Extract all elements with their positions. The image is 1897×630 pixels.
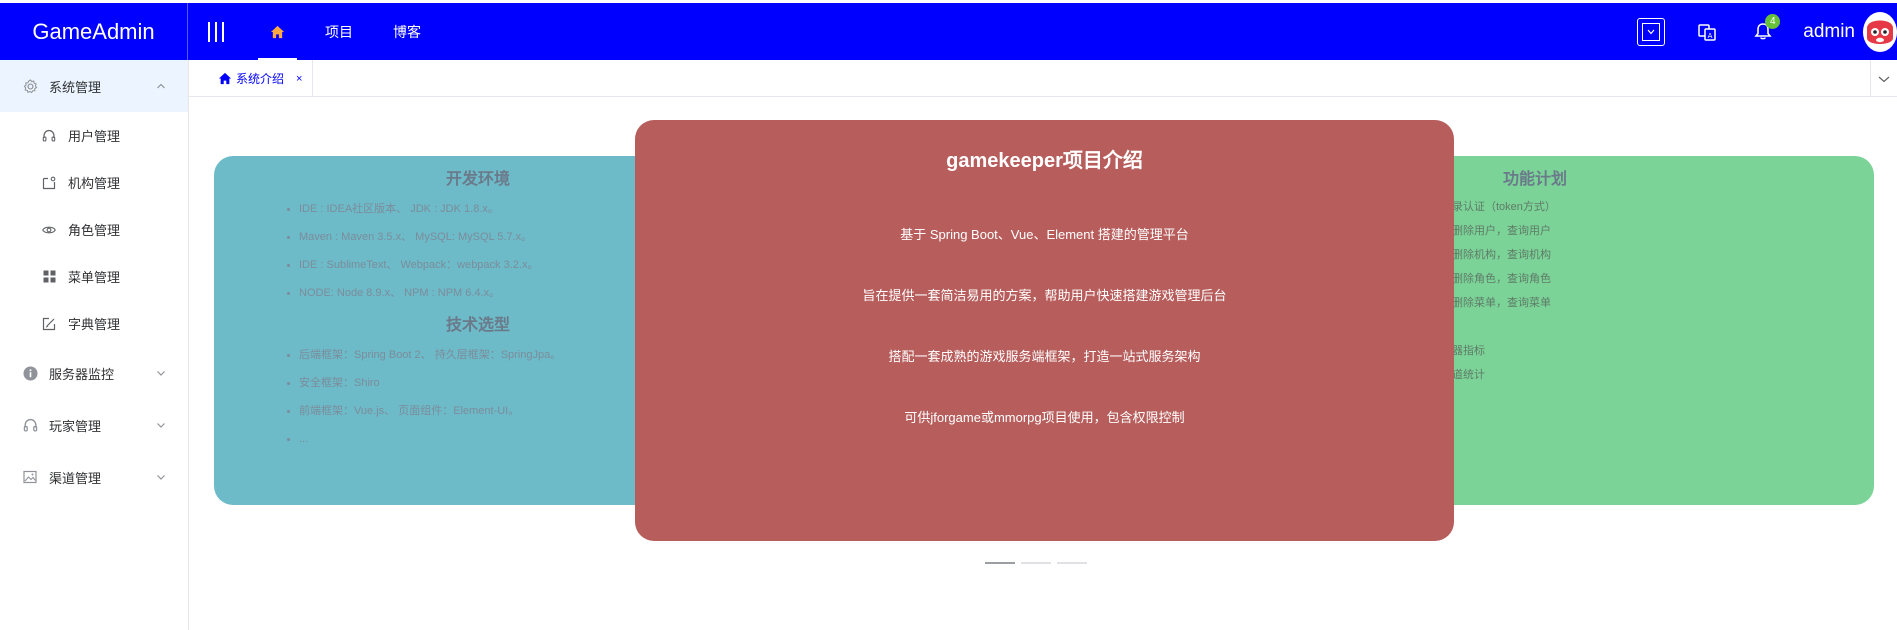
sidebar-group-system[interactable]: 系统管理 bbox=[0, 60, 188, 112]
carousel-card-feature-plan[interactable]: 功能计划 录认证（token方式） 删除用户，查询用户 删除机构，查询机构 删除… bbox=[1400, 156, 1874, 505]
sidebar-group-label: 服务器监控 bbox=[49, 366, 115, 382]
edit-icon bbox=[42, 317, 56, 331]
headset-icon bbox=[42, 129, 56, 143]
list-item: 后端框架：Spring Boot 2、 持久层框架：SpringJpa。 bbox=[214, 341, 666, 369]
notification-button[interactable]: 4 bbox=[1735, 3, 1791, 60]
carousel-card-project-intro[interactable]: gamekeeper项目介绍 基于 Spring Boot、Vue、Elemen… bbox=[635, 120, 1454, 541]
sidebar-item-menus[interactable]: 菜单管理 bbox=[0, 253, 188, 300]
sidebar-item-label: 角色管理 bbox=[68, 223, 121, 238]
avatar[interactable] bbox=[1863, 11, 1897, 52]
hamburger-bar bbox=[222, 21, 224, 42]
headset-icon bbox=[22, 417, 38, 433]
list-item: IDE : IDEA社区版本、 JDK : JDK 1.8.x。 bbox=[214, 195, 666, 223]
tech-stack-list: 后端框架：Spring Boot 2、 持久层框架：SpringJpa。 安全框… bbox=[214, 341, 666, 453]
list-item: 录认证（token方式） bbox=[1452, 201, 1556, 213]
carousel-indicator[interactable] bbox=[1057, 562, 1087, 564]
carousel-indicator[interactable] bbox=[985, 562, 1015, 564]
tab-close-button[interactable]: × bbox=[296, 73, 302, 85]
sidebar-group-label: 渠道管理 bbox=[49, 470, 102, 486]
list-item: 前端框架：Vue.js、 页面组件：Element-UI。 bbox=[214, 397, 666, 425]
list-item: 器指标 bbox=[1452, 345, 1485, 357]
list-item: IDE : SublimeText、 Webpack：webpack 3.2.x… bbox=[214, 251, 666, 279]
sidebar-group-channels[interactable]: 渠道管理 bbox=[0, 451, 188, 503]
sidebar: 系统管理 用户管理 机构管理 角色管理 菜单管理 字典管理 服务器监控 玩家管理… bbox=[0, 60, 189, 630]
chevron-down-icon bbox=[157, 423, 165, 428]
feature-list: 录认证（token方式） 删除用户，查询用户 删除机构，查询机构 删除角色，查询… bbox=[1400, 195, 1874, 387]
sidebar-group-label: 玩家管理 bbox=[49, 418, 102, 434]
tabs-more-button[interactable] bbox=[1870, 60, 1897, 97]
sidebar-group-label: 系统管理 bbox=[49, 79, 102, 95]
sidebar-item-label: 用户管理 bbox=[68, 129, 121, 144]
info-icon bbox=[22, 365, 38, 381]
theme-dropdown-icon bbox=[1637, 17, 1666, 46]
carousel-indicator[interactable] bbox=[1021, 562, 1051, 564]
grid-icon bbox=[42, 270, 56, 284]
chevron-down-icon bbox=[157, 371, 165, 376]
sidebar-item-dict[interactable]: 字典管理 bbox=[0, 300, 188, 347]
topnav-item-home[interactable] bbox=[250, 3, 305, 60]
list-item: NODE: Node 8.9.x、 NPM : NPM 6.4.x。 bbox=[214, 279, 666, 307]
chevron-down-icon bbox=[157, 475, 165, 480]
gear-icon bbox=[22, 78, 38, 94]
intro-lines: 基于 Spring Boot、Vue、Element 搭建的管理平台 旨在提供一… bbox=[635, 204, 1454, 448]
top-header: GameAdmin 项目 博客 A 4 admin bbox=[0, 0, 1897, 60]
intro-line: 基于 Spring Boot、Vue、Element 搭建的管理平台 bbox=[900, 227, 1189, 242]
carousel-indicators bbox=[985, 562, 1093, 564]
sidebar-item-label: 机构管理 bbox=[68, 176, 121, 191]
eye-icon bbox=[42, 223, 56, 237]
sidebar-toggle-button[interactable] bbox=[188, 3, 244, 60]
sidebar-item-users[interactable]: 用户管理 bbox=[0, 112, 188, 159]
list-item: 删除角色，查询角色 bbox=[1452, 273, 1551, 285]
list-item: Maven : Maven 3.5.x、 MySQL: MySQL 5.7.x。 bbox=[214, 223, 666, 251]
top-nav: 项目 博客 bbox=[250, 3, 441, 60]
home-icon bbox=[270, 25, 285, 38]
home-icon bbox=[218, 72, 232, 85]
list-item: 道统计 bbox=[1452, 369, 1485, 381]
hamburger-bar bbox=[215, 21, 217, 42]
list-item: ... bbox=[214, 425, 666, 453]
chevron-down-icon bbox=[1878, 76, 1890, 82]
header-actions: A 4 admin bbox=[1623, 3, 1897, 60]
username[interactable]: admin bbox=[1803, 21, 1855, 43]
sidebar-item-label: 字典管理 bbox=[68, 317, 121, 332]
sidebar-group-monitor[interactable]: 服务器监控 bbox=[0, 347, 188, 399]
hamburger-bar bbox=[208, 21, 210, 42]
tab-label: 系统介绍 bbox=[236, 72, 285, 86]
folder-icon bbox=[42, 176, 56, 190]
carousel-card-dev-env[interactable]: 开发环境 IDE : IDEA社区版本、 JDK : JDK 1.8.x。 Ma… bbox=[214, 156, 666, 505]
sidebar-group-players[interactable]: 玩家管理 bbox=[0, 399, 188, 451]
tabs-bar: 系统介绍 × bbox=[189, 60, 1897, 97]
language-button[interactable]: A bbox=[1679, 3, 1735, 60]
card-title: 技术选型 bbox=[445, 317, 510, 334]
list-item: 删除用户，查询用户 bbox=[1452, 225, 1551, 237]
chevron-up-icon bbox=[157, 83, 165, 89]
topnav-item-blog[interactable]: 博客 bbox=[373, 3, 441, 60]
sidebar-item-roles[interactable]: 角色管理 bbox=[0, 206, 188, 253]
list-item: 删除机构，查询机构 bbox=[1452, 249, 1551, 261]
sidebar-item-label: 菜单管理 bbox=[68, 270, 121, 285]
list-item bbox=[1400, 315, 1874, 339]
tab-system-intro[interactable]: 系统介绍 × bbox=[201, 60, 313, 97]
notification-badge: 4 bbox=[1765, 14, 1781, 29]
picture-icon bbox=[22, 469, 38, 485]
card-title: 开发环境 bbox=[445, 171, 510, 188]
intro-line: 搭配一套成熟的游戏服务端框架，打造一站式服务架构 bbox=[888, 349, 1201, 364]
intro-line: 可供jforgame或mmorpg项目使用，包含权限控制 bbox=[904, 410, 1185, 425]
topnav-item-project[interactable]: 项目 bbox=[305, 3, 373, 60]
theme-picker-button[interactable] bbox=[1623, 3, 1679, 60]
sidebar-item-org[interactable]: 机构管理 bbox=[0, 159, 188, 206]
translate-icon: A bbox=[1698, 23, 1716, 41]
list-item: 安全框架：Shiro bbox=[214, 369, 666, 397]
dev-env-list: IDE : IDEA社区版本、 JDK : JDK 1.8.x。 Maven :… bbox=[214, 195, 666, 307]
intro-line: 旨在提供一套简洁易用的方案，帮助用户快速搭建游戏管理后台 bbox=[862, 288, 1227, 303]
svg-text:A: A bbox=[1708, 32, 1713, 40]
card-title: gamekeeper项目介绍 bbox=[946, 150, 1143, 172]
list-item: 删除菜单，查询菜单 bbox=[1452, 297, 1551, 309]
app-logo[interactable]: GameAdmin bbox=[0, 3, 188, 60]
